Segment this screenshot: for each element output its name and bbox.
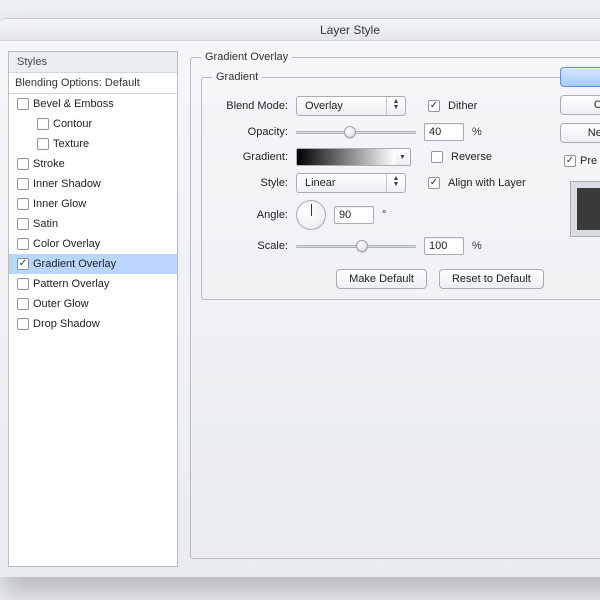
sidebar-checkbox[interactable] (17, 318, 29, 330)
style-label: Style: (212, 177, 288, 189)
opacity-slider[interactable] (296, 125, 416, 139)
opacity-label: Opacity: (212, 126, 288, 138)
opacity-unit: % (472, 126, 482, 138)
sidebar-item-bevel-emboss[interactable]: Bevel & Emboss (9, 94, 177, 114)
blend-mode-value: Overlay (305, 100, 343, 112)
sidebar-item-inner-shadow[interactable]: Inner Shadow (9, 174, 177, 194)
make-default-button[interactable]: Make Default (336, 269, 427, 289)
window-content: Styles Blending Options: Default Bevel &… (0, 41, 600, 577)
reset-default-button[interactable]: Reset to Default (439, 269, 544, 289)
align-label: Align with Layer (448, 177, 526, 189)
cancel-button[interactable]: Can (560, 95, 600, 115)
blend-mode-select[interactable]: Overlay ▲▼ (296, 96, 406, 116)
sidebar-header[interactable]: Styles (9, 52, 177, 73)
new-style-button[interactable]: New S (560, 123, 600, 143)
layer-style-window: Layer Style Styles Blending Options: Def… (0, 18, 600, 577)
sidebar-item-label: Color Overlay (33, 238, 100, 250)
sidebar-checkbox[interactable] (17, 198, 29, 210)
scale-unit: % (472, 240, 482, 252)
sidebar-checkbox[interactable] (17, 158, 29, 170)
scale-label: Scale: (212, 240, 288, 252)
sidebar-checkbox[interactable] (17, 258, 29, 270)
sidebar-checkbox[interactable] (17, 98, 29, 110)
sidebar-item-color-overlay[interactable]: Color Overlay (9, 234, 177, 254)
sidebar-checkbox[interactable] (17, 298, 29, 310)
gradient-overlay-group: Gradient Overlay Gradient Blend Mode: Ov… (190, 51, 600, 559)
sidebar-checkbox[interactable] (37, 118, 49, 130)
sidebar-checkbox[interactable] (17, 238, 29, 250)
scale-slider[interactable] (296, 239, 416, 253)
sidebar-item-label: Bevel & Emboss (33, 98, 114, 110)
style-value: Linear (305, 177, 336, 189)
angle-input[interactable]: 90 (334, 206, 374, 224)
sidebar-item-texture[interactable]: Texture (9, 134, 177, 154)
chevron-updown-icon: ▲▼ (391, 99, 401, 111)
ok-button[interactable]: O (560, 67, 600, 87)
sidebar-item-gradient-overlay[interactable]: Gradient Overlay (9, 254, 177, 274)
sidebar-checkbox[interactable] (17, 278, 29, 290)
sidebar-item-label: Outer Glow (33, 298, 89, 310)
sidebar-blending-options[interactable]: Blending Options: Default (9, 73, 177, 94)
preview-checkbox[interactable] (564, 155, 576, 167)
sidebar-item-label: Gradient Overlay (33, 258, 116, 270)
sidebar-list: Bevel & Emboss Contour Texture Stroke Inner … (9, 94, 177, 566)
style-select[interactable]: Linear ▲▼ (296, 173, 406, 193)
sidebar-item-pattern-overlay[interactable]: Pattern Overlay (9, 274, 177, 294)
angle-label: Angle: (212, 209, 288, 221)
sidebar-item-label: Satin (33, 218, 58, 230)
sidebar-checkbox[interactable] (17, 218, 29, 230)
sidebar-item-contour[interactable]: Contour (9, 114, 177, 134)
section-title: Gradient Overlay (201, 51, 292, 63)
chevron-updown-icon: ▲▼ (391, 176, 401, 188)
angle-unit: ° (382, 209, 386, 221)
sidebar-item-label: Stroke (33, 158, 65, 170)
gradient-dropdown[interactable]: ▼ (395, 148, 411, 166)
sidebar-checkbox[interactable] (37, 138, 49, 150)
gradient-swatch[interactable] (296, 148, 396, 166)
gradient-group: Gradient Blend Mode: Overlay ▲▼ Dither (201, 71, 600, 300)
sidebar-item-label: Pattern Overlay (33, 278, 109, 290)
angle-dial[interactable] (296, 200, 326, 230)
reverse-checkbox[interactable] (431, 151, 443, 163)
main-panel: Gradient Overlay Gradient Blend Mode: Ov… (190, 51, 600, 577)
window-title: Layer Style (0, 19, 600, 41)
sidebar-item-label: Inner Glow (33, 198, 86, 210)
preview-swatch (570, 181, 600, 237)
scale-input[interactable]: 100 (424, 237, 464, 255)
right-column: O Can New S Pre (560, 67, 600, 237)
gradient-legend: Gradient (212, 71, 262, 83)
sidebar-item-label: Inner Shadow (33, 178, 101, 190)
sidebar-item-stroke[interactable]: Stroke (9, 154, 177, 174)
sidebar-checkbox[interactable] (17, 178, 29, 190)
sidebar-item-outer-glow[interactable]: Outer Glow (9, 294, 177, 314)
sidebar-item-label: Texture (53, 138, 89, 150)
opacity-input[interactable]: 40 (424, 123, 464, 141)
preview-label: Pre (580, 155, 597, 167)
align-checkbox[interactable] (428, 177, 440, 189)
sidebar-item-label: Drop Shadow (33, 318, 100, 330)
sidebar-item-inner-glow[interactable]: Inner Glow (9, 194, 177, 214)
dither-label: Dither (448, 100, 477, 112)
sidebar-item-satin[interactable]: Satin (9, 214, 177, 234)
reverse-label: Reverse (451, 151, 492, 163)
sidebar-item-label: Contour (53, 118, 92, 130)
gradient-label: Gradient: (212, 151, 288, 163)
dither-checkbox[interactable] (428, 100, 440, 112)
sidebar-item-drop-shadow[interactable]: Drop Shadow (9, 314, 177, 334)
styles-sidebar: Styles Blending Options: Default Bevel &… (8, 51, 178, 567)
blend-mode-label: Blend Mode: (212, 100, 288, 112)
